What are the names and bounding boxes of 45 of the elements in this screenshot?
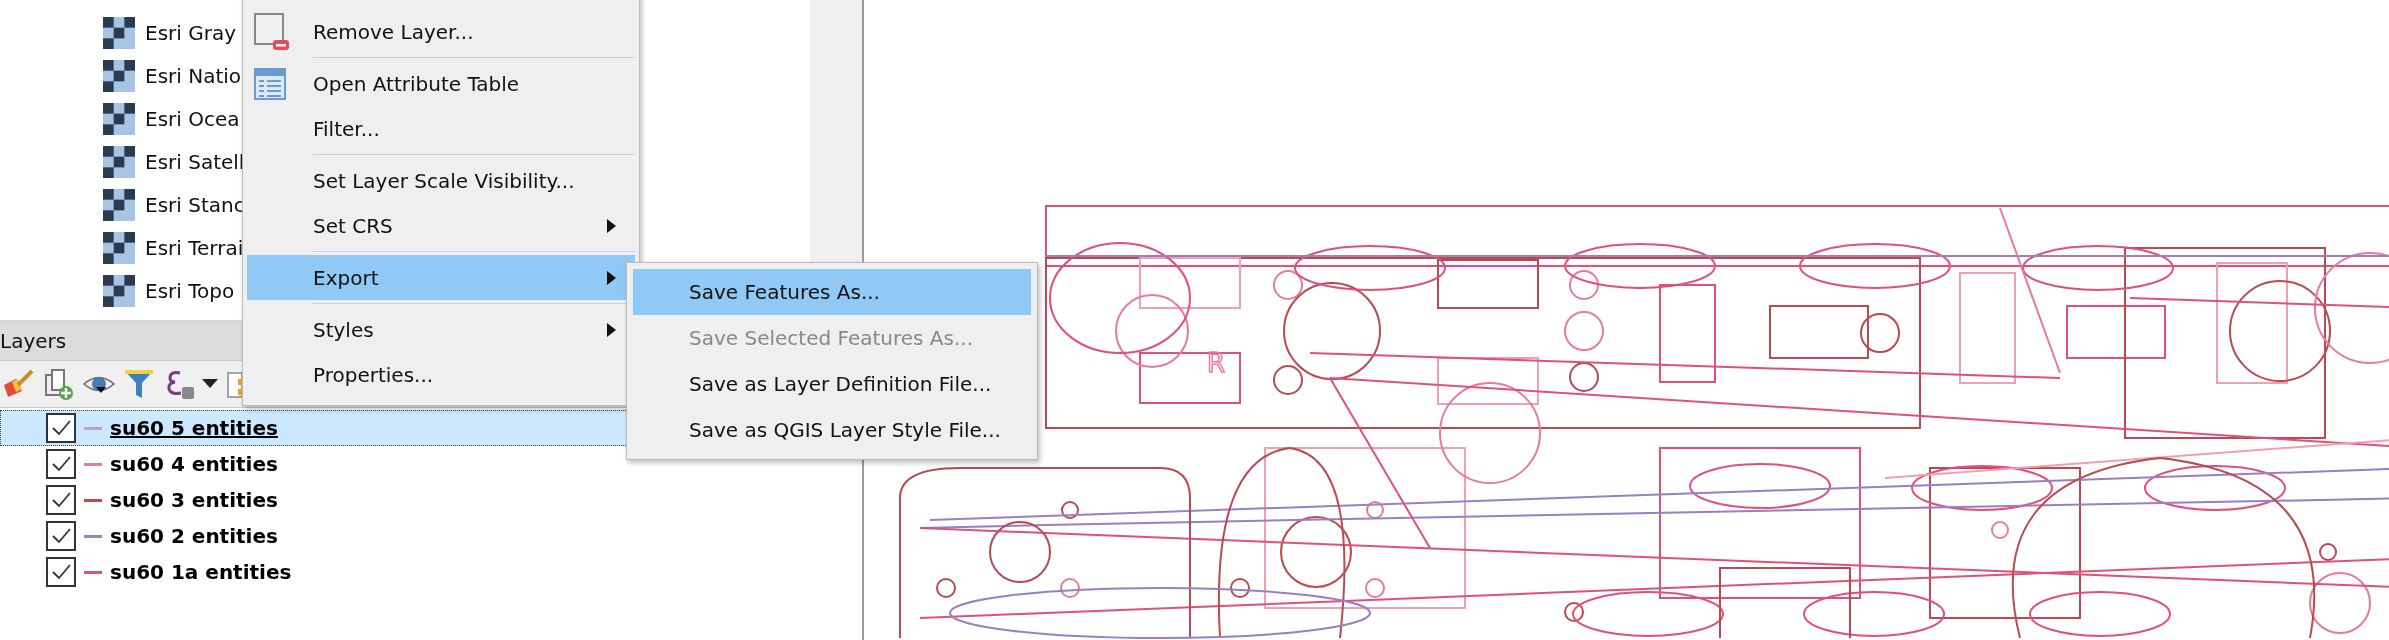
layer-name: su60 4 entities	[110, 452, 278, 476]
tree-item[interactable]: Esri Natio	[145, 63, 242, 88]
checkbox[interactable]	[46, 413, 76, 443]
grid-tile-icon	[103, 145, 135, 178]
grid-tile-icon	[103, 16, 135, 49]
checkbox[interactable]	[46, 521, 76, 551]
tree-item[interactable]: Esri Stanc	[145, 192, 245, 217]
submenu-arrow-icon	[607, 322, 617, 337]
grid-tile-icon	[103, 59, 135, 92]
layer-name: su60 2 entities	[110, 524, 278, 548]
tree-item[interactable]: Esri Satell	[145, 149, 245, 174]
menu-item[interactable]: Set Layer Scale Visibility...	[247, 158, 635, 203]
menu-item[interactable]: Filter...	[247, 106, 635, 151]
grid-tile-icon	[103, 102, 135, 135]
layer-row[interactable]: su60 1a entities	[0, 554, 862, 590]
tree-item[interactable]: Esri Ocea	[145, 106, 240, 131]
map-label: R	[1207, 348, 1226, 378]
panel-title: Layers	[0, 329, 67, 353]
add-group-icon[interactable]	[42, 367, 76, 401]
menu-item[interactable]: Open Attribute Table	[247, 61, 635, 106]
grid-tile-icon	[103, 231, 135, 264]
layer-row[interactable]: su60 2 entities	[0, 518, 862, 554]
checkbox[interactable]	[46, 449, 76, 479]
caret-icon[interactable]	[202, 379, 218, 389]
layer-row[interactable]: su60 3 entities	[0, 482, 862, 518]
menu-item[interactable]: Save as Layer Definition File...	[633, 361, 1031, 407]
checkbox[interactable]	[46, 485, 76, 515]
filter-icon[interactable]	[122, 367, 156, 401]
table-icon	[253, 66, 287, 101]
grid-tile-icon	[103, 274, 135, 307]
tree-item[interactable]: Esri Topo	[145, 278, 235, 303]
layer-name: su60 3 entities	[110, 488, 278, 512]
checkbox[interactable]	[46, 557, 76, 587]
submenu-arrow-icon	[607, 270, 617, 285]
grid-tile-icon	[103, 188, 135, 221]
layer-name: su60 1a entities	[110, 560, 292, 584]
menu-item[interactable]: Export	[247, 255, 635, 300]
submenu-arrow-icon	[607, 218, 617, 233]
tree-item[interactable]: Esri Gray	[145, 20, 236, 45]
remove-layer-icon	[253, 11, 289, 52]
menu-item[interactable]: Save Features As...	[633, 269, 1031, 315]
layer-name: su60 5 entities	[110, 416, 278, 440]
tree-item[interactable]: Esri Terrai	[145, 235, 244, 260]
menu-item[interactable]: Remove Layer...	[247, 9, 635, 54]
menu-item[interactable]: Set CRS	[247, 203, 635, 248]
